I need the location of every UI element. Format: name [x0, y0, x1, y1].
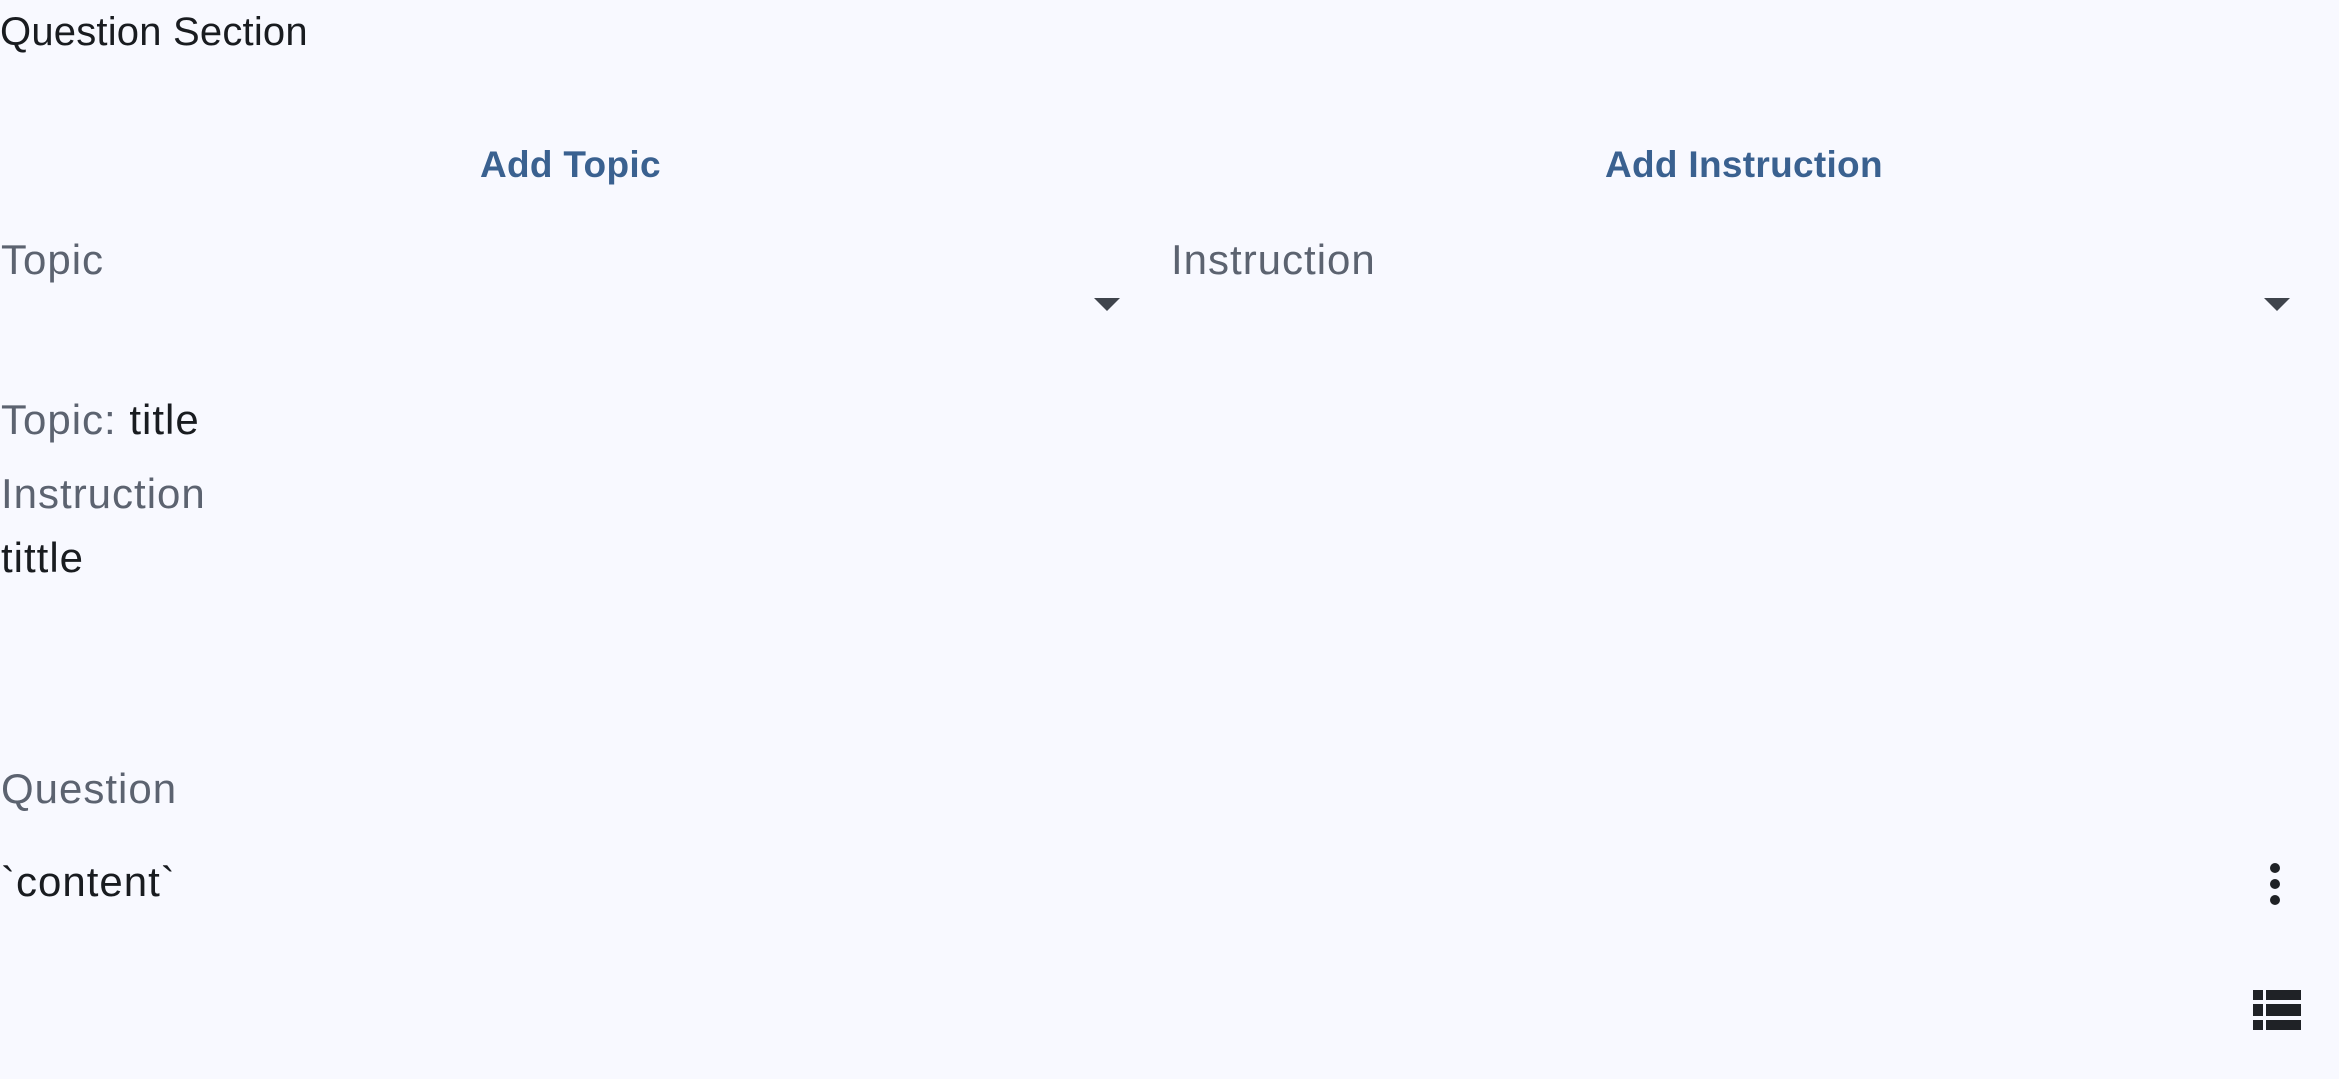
- question-content: `content`: [1, 858, 176, 905]
- add-instruction-button[interactable]: Add Instruction: [1605, 140, 1883, 190]
- instruction-dropdown[interactable]: Instruction: [1170, 228, 2290, 338]
- dropdown-arrow-icon: [2264, 298, 2290, 311]
- topic-value: title: [129, 396, 200, 443]
- question-label: Question: [1, 765, 178, 812]
- topic-dropdown-label: Topic: [1, 236, 105, 283]
- instruction-value: tittle: [1, 534, 85, 581]
- question-item: `content`: [0, 852, 2339, 916]
- instruction-label: Instruction: [1, 470, 206, 517]
- instruction-dropdown-label: Instruction: [1171, 236, 1376, 283]
- view-list-icon[interactable]: [2253, 990, 2301, 1030]
- selected-topic: Topic: title: [1, 392, 200, 448]
- section-title: Question Section: [0, 10, 308, 54]
- dropdown-arrow-icon: [1094, 298, 1120, 311]
- add-topic-button[interactable]: Add Topic: [480, 140, 661, 190]
- more-vert-icon[interactable]: [2260, 852, 2290, 916]
- question-section-page: Question Section Add Topic Add Instructi…: [0, 0, 2339, 1079]
- topic-dropdown[interactable]: Topic: [0, 228, 1120, 338]
- topic-prefix-label: Topic:: [1, 396, 130, 443]
